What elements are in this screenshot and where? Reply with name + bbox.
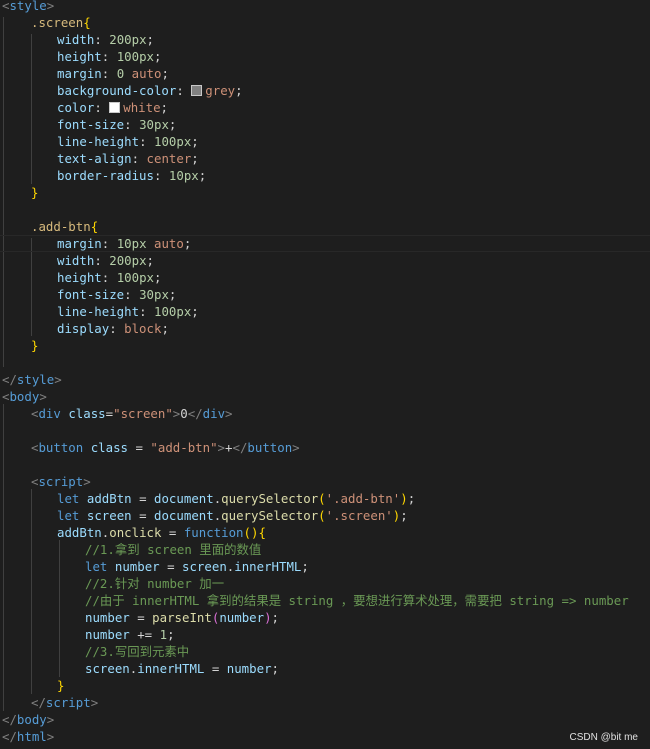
code-editor[interactable]: <style> .screen{ width: 200px; height: 1…	[0, 0, 650, 749]
code-line: <script>	[31, 474, 91, 489]
code-comment: //3.写回到元素中	[85, 644, 190, 659]
code-line: </body>	[2, 712, 55, 727]
code-line: margin: 0 auto;	[57, 66, 169, 81]
code-line: }	[31, 185, 39, 200]
code-line: width: 200px;	[57, 253, 155, 268]
code-line: width: 200px;	[57, 32, 155, 47]
code-line: </style>	[2, 372, 62, 387]
color-swatch-white[interactable]	[109, 102, 121, 113]
code-line: height: 100px;	[57, 49, 162, 64]
watermark: CSDN @bit me	[569, 732, 639, 743]
code-line: number += 1;	[85, 627, 175, 642]
code-line: }	[57, 678, 65, 693]
code-line: let screen = document.querySelector('.sc…	[57, 508, 408, 523]
code-line: addBtn.onclick = function(){	[57, 525, 266, 540]
code-comment: //1.拿到 screen 里面的数值	[85, 542, 262, 557]
code-comment: //2.针对 number 加一	[85, 576, 225, 591]
code-line: <body>	[2, 389, 47, 404]
code-line: </html>	[2, 729, 55, 744]
code-line: <div class="screen">0</div>	[31, 406, 233, 421]
code-line: <style>	[2, 0, 55, 13]
code-line: border-radius: 10px;	[57, 168, 207, 183]
code-line: </script>	[31, 695, 99, 710]
code-comment: //由于 innerHTML 拿到的结果是 string ，要想进行算术处理，需…	[85, 593, 629, 608]
code-line: height: 100px;	[57, 270, 162, 285]
code-line: number = parseInt(number);	[85, 610, 280, 625]
code-line: margin: 10px auto;	[57, 236, 192, 251]
code-line: line-height: 100px;	[57, 304, 199, 319]
code-line: <button class = "add-btn">+</button>	[31, 440, 300, 455]
code-line: .add-btn{	[31, 219, 99, 234]
code-line: background-color: grey;	[57, 83, 243, 98]
code-line: screen.innerHTML = number;	[85, 661, 279, 676]
code-line: .screen{	[31, 15, 91, 30]
code-line: let addBtn = document.querySelector('.ad…	[57, 491, 416, 506]
code-line: }	[31, 338, 39, 353]
code-line: display: block;	[57, 321, 169, 336]
code-line: text-align: center;	[57, 151, 199, 166]
code-line: font-size: 30px;	[57, 287, 177, 302]
code-line: let number = screen.innerHTML;	[85, 559, 309, 574]
color-swatch-grey[interactable]	[191, 85, 203, 96]
code-line: color: white;	[57, 100, 169, 115]
code-line: line-height: 100px;	[57, 134, 199, 149]
code-line: font-size: 30px;	[57, 117, 177, 132]
